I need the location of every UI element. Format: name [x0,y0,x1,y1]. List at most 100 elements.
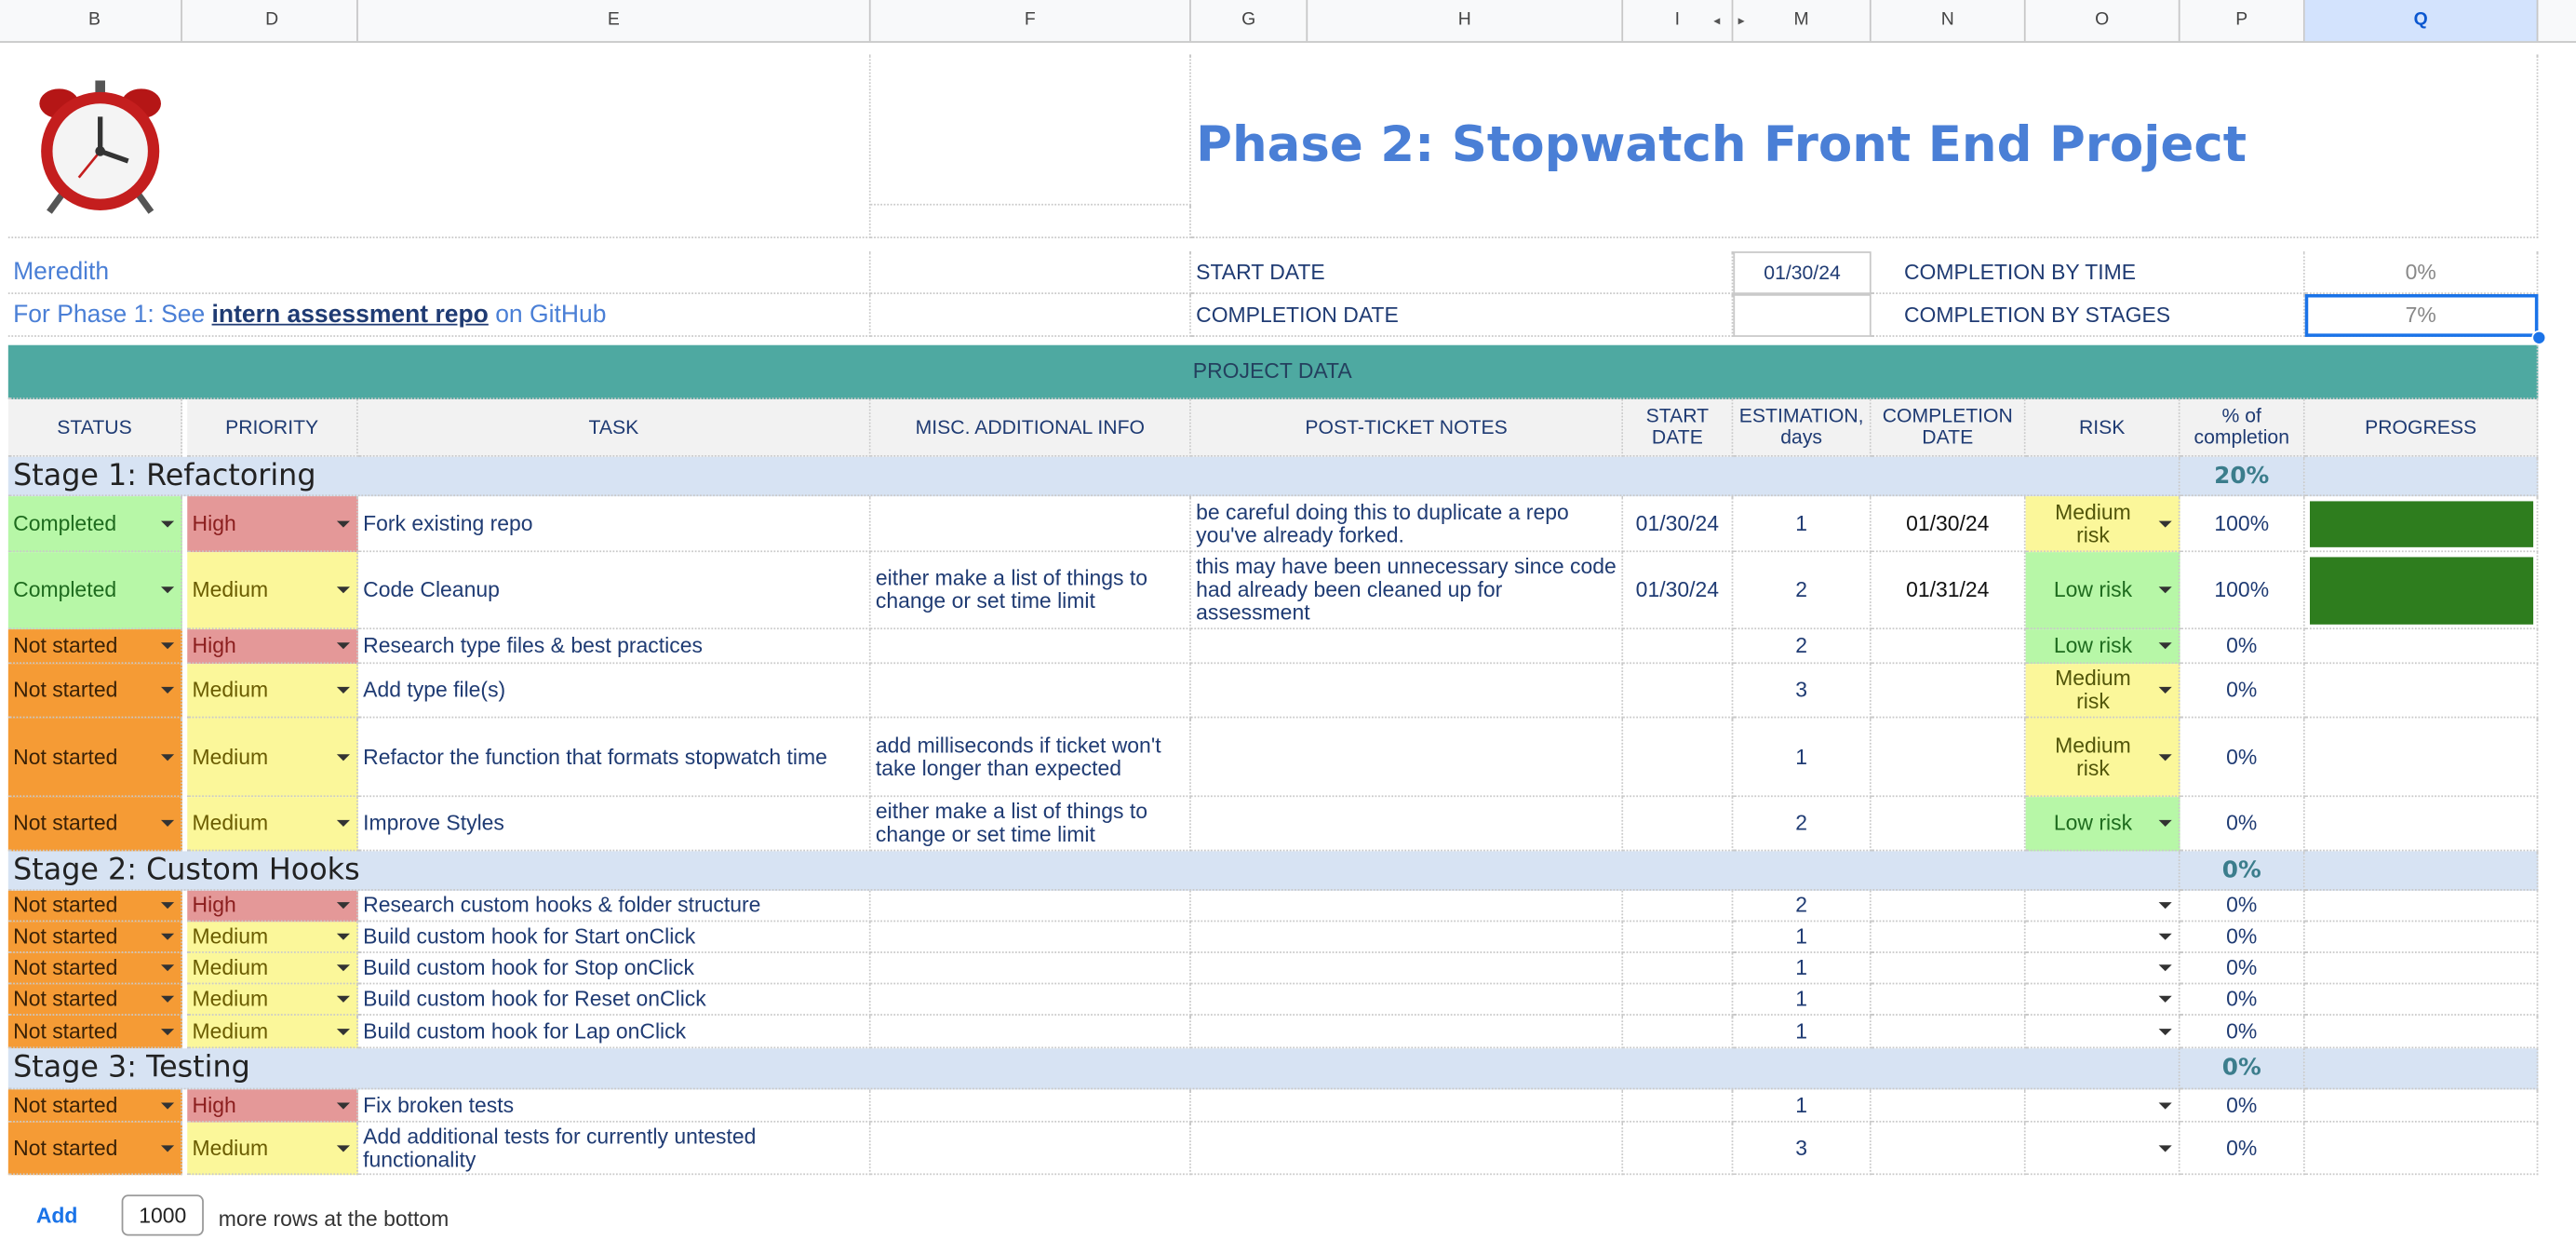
dropdown-arrow-icon[interactable] [336,686,351,694]
intern-assessment-repo-link[interactable]: intern assessment repo [212,302,489,326]
dropdown-arrow-icon[interactable] [336,1101,351,1109]
risk-dropdown[interactable] [2025,1089,2180,1123]
estimation-cell[interactable]: 3 [1733,664,1872,719]
status-dropdown[interactable]: Not started [7,890,182,923]
completion-by-time-value[interactable]: 0% [2304,251,2539,294]
header-progress[interactable]: PROGRESS [2304,398,2539,457]
progress-cell[interactable] [2304,890,2539,923]
dropdown-arrow-icon[interactable] [2158,1144,2172,1152]
completion-date-cell[interactable] [1871,984,2026,1016]
empty-cell[interactable] [870,251,1191,294]
misc-info-cell[interactable] [870,952,1191,985]
risk-dropdown[interactable]: Medium risk [2025,664,2180,719]
risk-dropdown[interactable] [2025,984,2180,1016]
start-date-value[interactable]: 01/30/24 [1733,251,1872,294]
estimation-cell[interactable]: 2 [1733,629,1872,665]
priority-dropdown[interactable]: Medium [187,664,358,719]
misc-info-cell[interactable] [870,496,1191,553]
dropdown-arrow-icon[interactable] [336,819,351,827]
dropdown-arrow-icon[interactable] [336,642,351,650]
priority-dropdown[interactable]: Medium [187,952,358,985]
phase1-cell[interactable]: For Phase 1: See intern assessment repo … [7,293,871,337]
column-header-m[interactable]: M [1733,0,1872,42]
estimation-cell[interactable]: 2 [1733,797,1872,852]
progress-cell[interactable] [2304,552,2539,630]
estimation-cell[interactable]: 2 [1733,890,1872,923]
misc-info-cell[interactable] [870,629,1191,665]
completion-date-cell[interactable] [1871,952,2026,985]
dropdown-arrow-icon[interactable] [2158,819,2172,827]
title-cell[interactable]: Phase 2: Stopwatch Front End Project [1190,54,2539,238]
risk-dropdown[interactable] [2025,1015,2180,1049]
risk-dropdown[interactable] [2025,890,2180,923]
status-dropdown[interactable]: Not started [7,629,182,665]
header-notes[interactable]: POST-TICKET NOTES [1190,398,1624,457]
notes-cell[interactable]: this may have been unnecessary since cod… [1190,552,1624,630]
dropdown-arrow-icon[interactable] [2158,902,2172,909]
status-dropdown[interactable]: Completed [7,552,182,630]
scroll-left-arrow-icon[interactable]: ◂ [1713,0,1720,41]
dropdown-arrow-icon[interactable] [2158,753,2172,761]
header-risk[interactable]: RISK [2025,398,2180,457]
misc-info-cell[interactable] [870,984,1191,1016]
progress-cell[interactable] [2304,797,2539,852]
progress-cell[interactable] [2304,1089,2539,1123]
task-cell[interactable]: Add additional tests for currently untes… [357,1122,871,1176]
percent-completion-cell[interactable]: 0% [2180,1015,2305,1049]
progress-cell[interactable] [2304,984,2539,1016]
priority-dropdown[interactable]: High [187,629,358,665]
risk-dropdown[interactable]: Low risk [2025,797,2180,852]
header-pct[interactable]: % of completion [2180,398,2305,457]
progress-cell[interactable] [2304,952,2539,985]
risk-dropdown[interactable]: Medium risk [2025,496,2180,553]
column-header-b[interactable]: B [8,0,182,42]
task-cell[interactable]: Build custom hook for Lap onClick [357,1015,871,1049]
column-header-d[interactable]: D [187,0,358,42]
task-cell[interactable]: Build custom hook for Start onClick [357,922,871,953]
completion-date-cell[interactable] [1871,1089,2026,1123]
status-dropdown[interactable]: Not started [7,984,182,1016]
task-cell[interactable]: Code Cleanup [357,552,871,630]
percent-completion-cell[interactable]: 0% [2180,952,2305,985]
add-rows-button[interactable]: Add [36,1203,78,1227]
dropdown-arrow-icon[interactable] [160,686,175,694]
dropdown-arrow-icon[interactable] [336,519,351,527]
dropdown-arrow-icon[interactable] [160,1144,175,1152]
dropdown-arrow-icon[interactable] [2158,964,2172,972]
start-date-cell[interactable] [1623,952,1734,985]
progress-cell[interactable] [2304,664,2539,719]
priority-dropdown[interactable]: Medium [187,718,358,798]
notes-cell[interactable] [1190,629,1624,665]
notes-cell[interactable] [1190,1122,1624,1176]
progress-cell[interactable] [2304,1015,2539,1049]
dropdown-arrow-icon[interactable] [160,819,175,827]
priority-dropdown[interactable]: Medium [187,922,358,953]
dropdown-arrow-icon[interactable] [160,519,175,527]
dropdown-arrow-icon[interactable] [160,642,175,650]
risk-dropdown[interactable] [2025,922,2180,953]
status-dropdown[interactable]: Not started [7,797,182,852]
dropdown-arrow-icon[interactable] [2158,995,2172,1003]
priority-dropdown[interactable]: High [187,496,358,553]
column-header-f[interactable]: F [871,0,1191,42]
priority-dropdown[interactable]: Medium [187,552,358,630]
header-task[interactable]: TASK [357,398,871,457]
priority-dropdown[interactable]: Medium [187,797,358,852]
completion-by-stages-value[interactable]: 7% [2304,293,2539,337]
start-date-cell[interactable] [1623,890,1734,923]
completion-date-cell[interactable]: 01/30/24 [1871,496,2026,553]
progress-cell[interactable] [2304,922,2539,953]
risk-dropdown[interactable] [2025,952,2180,985]
dropdown-arrow-icon[interactable] [2158,1028,2172,1035]
priority-dropdown[interactable]: Medium [187,1015,358,1049]
header-start[interactable]: START DATE [1623,398,1734,457]
misc-info-cell[interactable]: either make a list of things to change o… [870,552,1191,630]
task-cell[interactable]: Refactor the function that formats stopw… [357,718,871,798]
completion-date-cell[interactable]: 01/31/24 [1871,552,2026,630]
empty-cell[interactable] [870,54,1191,206]
start-date-cell[interactable] [1623,718,1734,798]
selection-fill-handle[interactable] [2531,330,2547,345]
dropdown-arrow-icon[interactable] [160,753,175,761]
dropdown-arrow-icon[interactable] [336,753,351,761]
completion-date-cell[interactable] [1871,718,2026,798]
